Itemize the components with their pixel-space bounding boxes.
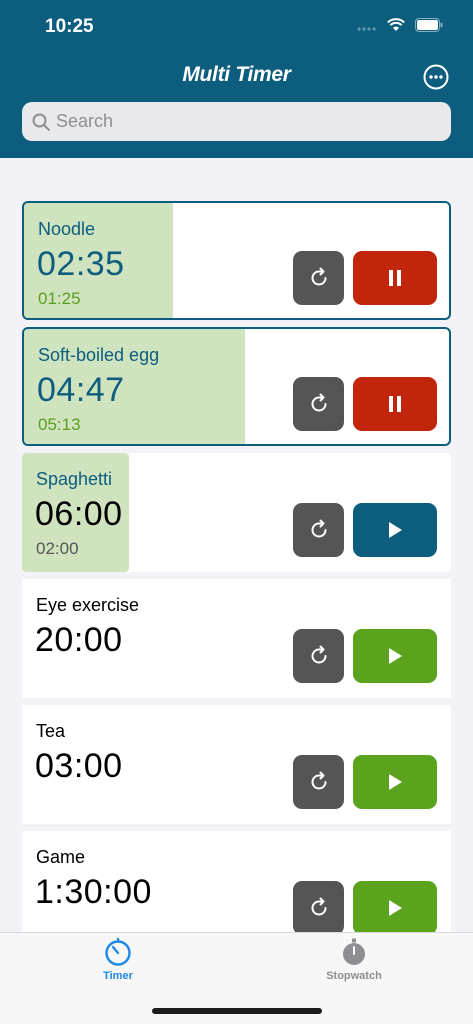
search-icon (32, 113, 50, 131)
timer-name: Game (36, 847, 86, 867)
stopwatch-icon (343, 938, 365, 965)
more-icon[interactable] (423, 64, 449, 90)
timer-name: Soft-boiled egg (38, 345, 160, 365)
app-title: Multi Timer (182, 63, 291, 86)
timer-elapsed: 05:13 (38, 415, 81, 434)
app-header: 10:25 Multi Timer (0, 0, 473, 158)
reset-button[interactable] (293, 251, 344, 305)
tab-timer[interactable]: Timer (58, 937, 178, 982)
play-icon (389, 648, 402, 664)
status-icons (357, 18, 443, 32)
pause-icon (389, 396, 401, 412)
timer-card[interactable]: Eye exercise 20:00 (22, 579, 451, 698)
signal-icon (357, 27, 376, 31)
timer-remaining: 06:00 (35, 495, 123, 533)
timer-remaining: 03:00 (35, 747, 123, 785)
timer-name: Tea (36, 721, 66, 741)
play-icon (389, 774, 402, 790)
timer-icon (105, 937, 131, 966)
timer-elapsed: 02:00 (36, 539, 79, 558)
start-button[interactable] (353, 881, 437, 935)
reset-button[interactable] (293, 629, 344, 683)
search-bar[interactable] (22, 102, 451, 141)
tab-timer-label: Timer (103, 970, 133, 982)
timer-remaining: 02:35 (37, 245, 125, 283)
timer-card[interactable]: Noodle 02:35 01:25 (22, 201, 451, 320)
timer-remaining: 04:47 (37, 371, 125, 409)
reset-icon (311, 393, 326, 412)
reset-icon (311, 771, 326, 790)
start-button[interactable] (353, 629, 437, 683)
reset-icon (311, 897, 326, 916)
timer-remaining: 1:30:00 (35, 873, 152, 911)
pause-button[interactable] (353, 377, 437, 431)
battery-icon (415, 18, 443, 32)
search-input[interactable] (56, 111, 426, 132)
home-indicator (152, 1008, 322, 1014)
pause-button[interactable] (353, 251, 437, 305)
tab-stopwatch[interactable]: Stopwatch (294, 937, 414, 982)
wifi-icon (387, 18, 405, 31)
play-icon (389, 900, 402, 916)
timer-card[interactable]: Soft-boiled egg 04:47 05:13 (22, 327, 451, 446)
timer-name: Spaghetti (36, 469, 113, 489)
reset-icon (311, 519, 326, 538)
timer-list: Noodle 02:35 01:25 Soft-boiled egg 04:47… (22, 201, 451, 957)
reset-icon (311, 267, 326, 286)
timer-remaining: 20:00 (35, 621, 123, 659)
timer-card[interactable]: Spaghetti 06:00 02:00 (22, 453, 451, 572)
reset-button[interactable] (293, 881, 344, 935)
resume-button[interactable] (353, 503, 437, 557)
timer-card[interactable]: Tea 03:00 (22, 705, 451, 824)
reset-button[interactable] (293, 503, 344, 557)
status-time: 10:25 (45, 16, 94, 37)
timer-name: Eye exercise (36, 595, 140, 615)
tab-stopwatch-label: Stopwatch (326, 970, 382, 982)
reset-icon (311, 645, 326, 664)
timer-elapsed: 01:25 (38, 289, 81, 308)
reset-button[interactable] (293, 755, 344, 809)
pause-icon (389, 270, 401, 286)
reset-button[interactable] (293, 377, 344, 431)
start-button[interactable] (353, 755, 437, 809)
play-icon (389, 522, 402, 538)
timer-name: Noodle (38, 219, 96, 239)
